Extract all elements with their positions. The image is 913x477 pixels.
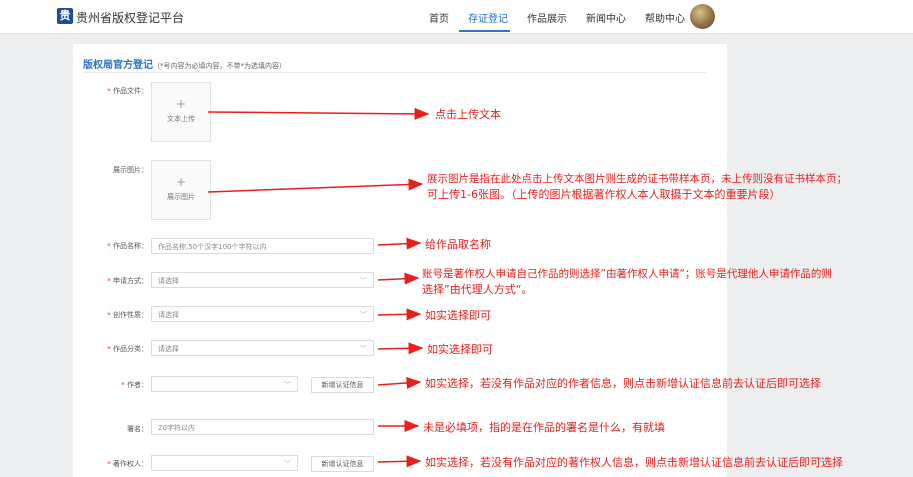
annotation-copyright-owner: 如实选择，若没有作品对应的著作权人信息，则点击新增认证信息前去认证后即可选择 [425, 456, 843, 469]
annotation-work-name: 给作品取名称 [425, 238, 491, 251]
annotation-apply-method-line1: 账号是著作权人申请自己作品的则选择”由著作权人申请“；账号是代理他人申请作品的则 [422, 268, 832, 280]
annotation-apply-method-line2: 选择”由代理人方式“。 [422, 283, 533, 296]
arrow-upload-text [207, 107, 430, 120]
annotation-display-image: 展示图片是指在此处点击上传文本图片则生成的证书带样本页，未上传则没有证书样本页；… [427, 172, 907, 202]
arrow-apply-method [377, 272, 420, 285]
annotation-upload-text: 点击上传文本 [435, 108, 501, 121]
annotation-creation-nature: 如实选择即可 [425, 309, 491, 322]
arrow-copyright-owner [377, 455, 422, 468]
annotation-author: 如实选择，若没有作品对应的作者信息，则点击新增认证信息前去认证后即可选择 [425, 377, 821, 390]
arrow-display-image [207, 178, 424, 193]
annotation-signature: 未是必填项，指的是在作品的署名是什么，有就填 [423, 421, 665, 434]
arrow-work-name [377, 237, 422, 250]
arrow-work-category [377, 342, 424, 355]
annotation-display-image-line1: 展示图片是指在此处点击上传文本图片则生成的证书带样本页，未上传则没有证书样本页； [427, 173, 847, 185]
annotation-display-image-line2: 可上传1-6张图。（上传的图片根据著作权人本人取摄于文本的重要片段） [427, 188, 781, 201]
annotation-apply-method: 账号是著作权人申请自己作品的则选择”由著作权人申请“；账号是代理他人申请作品的则… [422, 267, 907, 297]
arrow-creation-nature [377, 308, 422, 321]
annotation-work-category: 如实选择即可 [427, 343, 493, 356]
arrow-author [377, 376, 422, 389]
